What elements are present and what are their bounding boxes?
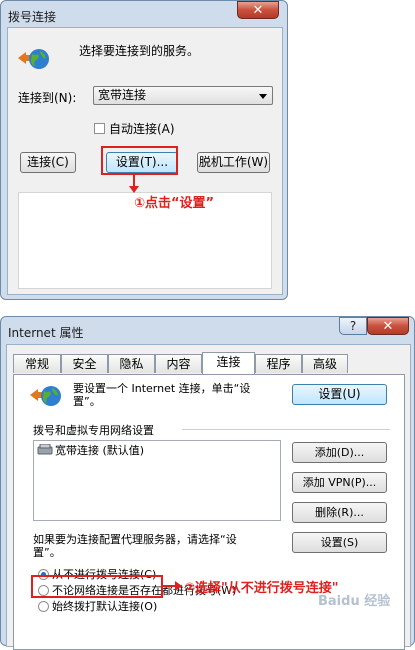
setup-text-line2: 置”。	[73, 395, 101, 408]
add-vpn-button[interactable]: 添加 VPN(P)...	[292, 472, 387, 493]
tab-programs[interactable]: 程序	[255, 354, 302, 373]
remove-button[interactable]: 删除(R)...	[292, 502, 387, 523]
tab-bar: 常规 安全 隐私 内容 连接 程序 高级	[13, 352, 403, 374]
connections-listbox[interactable]: 宽带连接 (默认值)	[33, 440, 281, 521]
always-dial-default-radio[interactable]	[38, 601, 49, 612]
network-globe-icon	[18, 49, 49, 69]
tab-content[interactable]: 内容	[155, 354, 202, 373]
internet-setup-globe-icon	[30, 386, 61, 406]
always-dial-default-label: 始终拨打默认连接(O)	[52, 600, 158, 613]
annotation-step2-text: ②选择"从不进行拨号连接"	[184, 581, 339, 596]
proxy-text-line2: 置”。	[33, 546, 61, 559]
help-button[interactable]: ?	[339, 317, 367, 335]
settings-highlight-box	[101, 146, 178, 175]
proxy-settings-button[interactable]: 设置(S)	[292, 532, 387, 553]
dialup-window-title: 拨号连接	[8, 10, 57, 24]
add-button[interactable]: 添加(D)...	[292, 442, 387, 463]
internet-properties-title: Internet 属性	[8, 326, 84, 340]
never-dial-highlight-box	[31, 575, 163, 598]
annotation-step1-text: ①点击“设置”	[134, 196, 215, 211]
tab-connections[interactable]: 连接	[202, 352, 255, 374]
annotation-arrow-right-icon	[163, 581, 182, 591]
auto-connect-label: 自动连接(A)	[109, 122, 175, 136]
auto-connect-checkbox[interactable]	[94, 123, 105, 134]
tab-advanced[interactable]: 高级	[302, 354, 348, 373]
tab-general[interactable]: 常规	[13, 354, 61, 373]
connection-select-value: 宽带连接	[98, 88, 147, 102]
connect-button[interactable]: 连接(C)	[20, 152, 76, 173]
annotation-arrow-down-icon	[129, 174, 139, 193]
connect-to-label: 连接到(N):	[18, 91, 77, 105]
dialup-close-button[interactable]: ✕	[237, 1, 279, 19]
dialup-section-label: 拨号和虚拟专用网络设置	[33, 424, 154, 437]
tab-security[interactable]: 安全	[61, 354, 108, 373]
section-divider	[182, 429, 390, 430]
tab-privacy[interactable]: 隐私	[108, 354, 155, 373]
setup-button[interactable]: 设置(U)	[292, 384, 387, 405]
chevron-down-icon	[259, 94, 267, 99]
connection-select[interactable]: 宽带连接	[93, 86, 273, 105]
dialup-prompt-text: 选择要连接到的服务。	[79, 44, 200, 58]
internet-properties-close-button[interactable]: ✕	[367, 317, 409, 335]
broadband-connection-icon	[37, 444, 53, 455]
offline-button[interactable]: 脱机工作(W)	[197, 152, 270, 173]
watermark-logo: Baidu 经验	[318, 594, 391, 609]
connection-list-item[interactable]: 宽带连接 (默认值)	[55, 442, 144, 458]
proxy-text-line1: 如果要为连接配置代理服务器，请选择“设	[33, 533, 237, 546]
